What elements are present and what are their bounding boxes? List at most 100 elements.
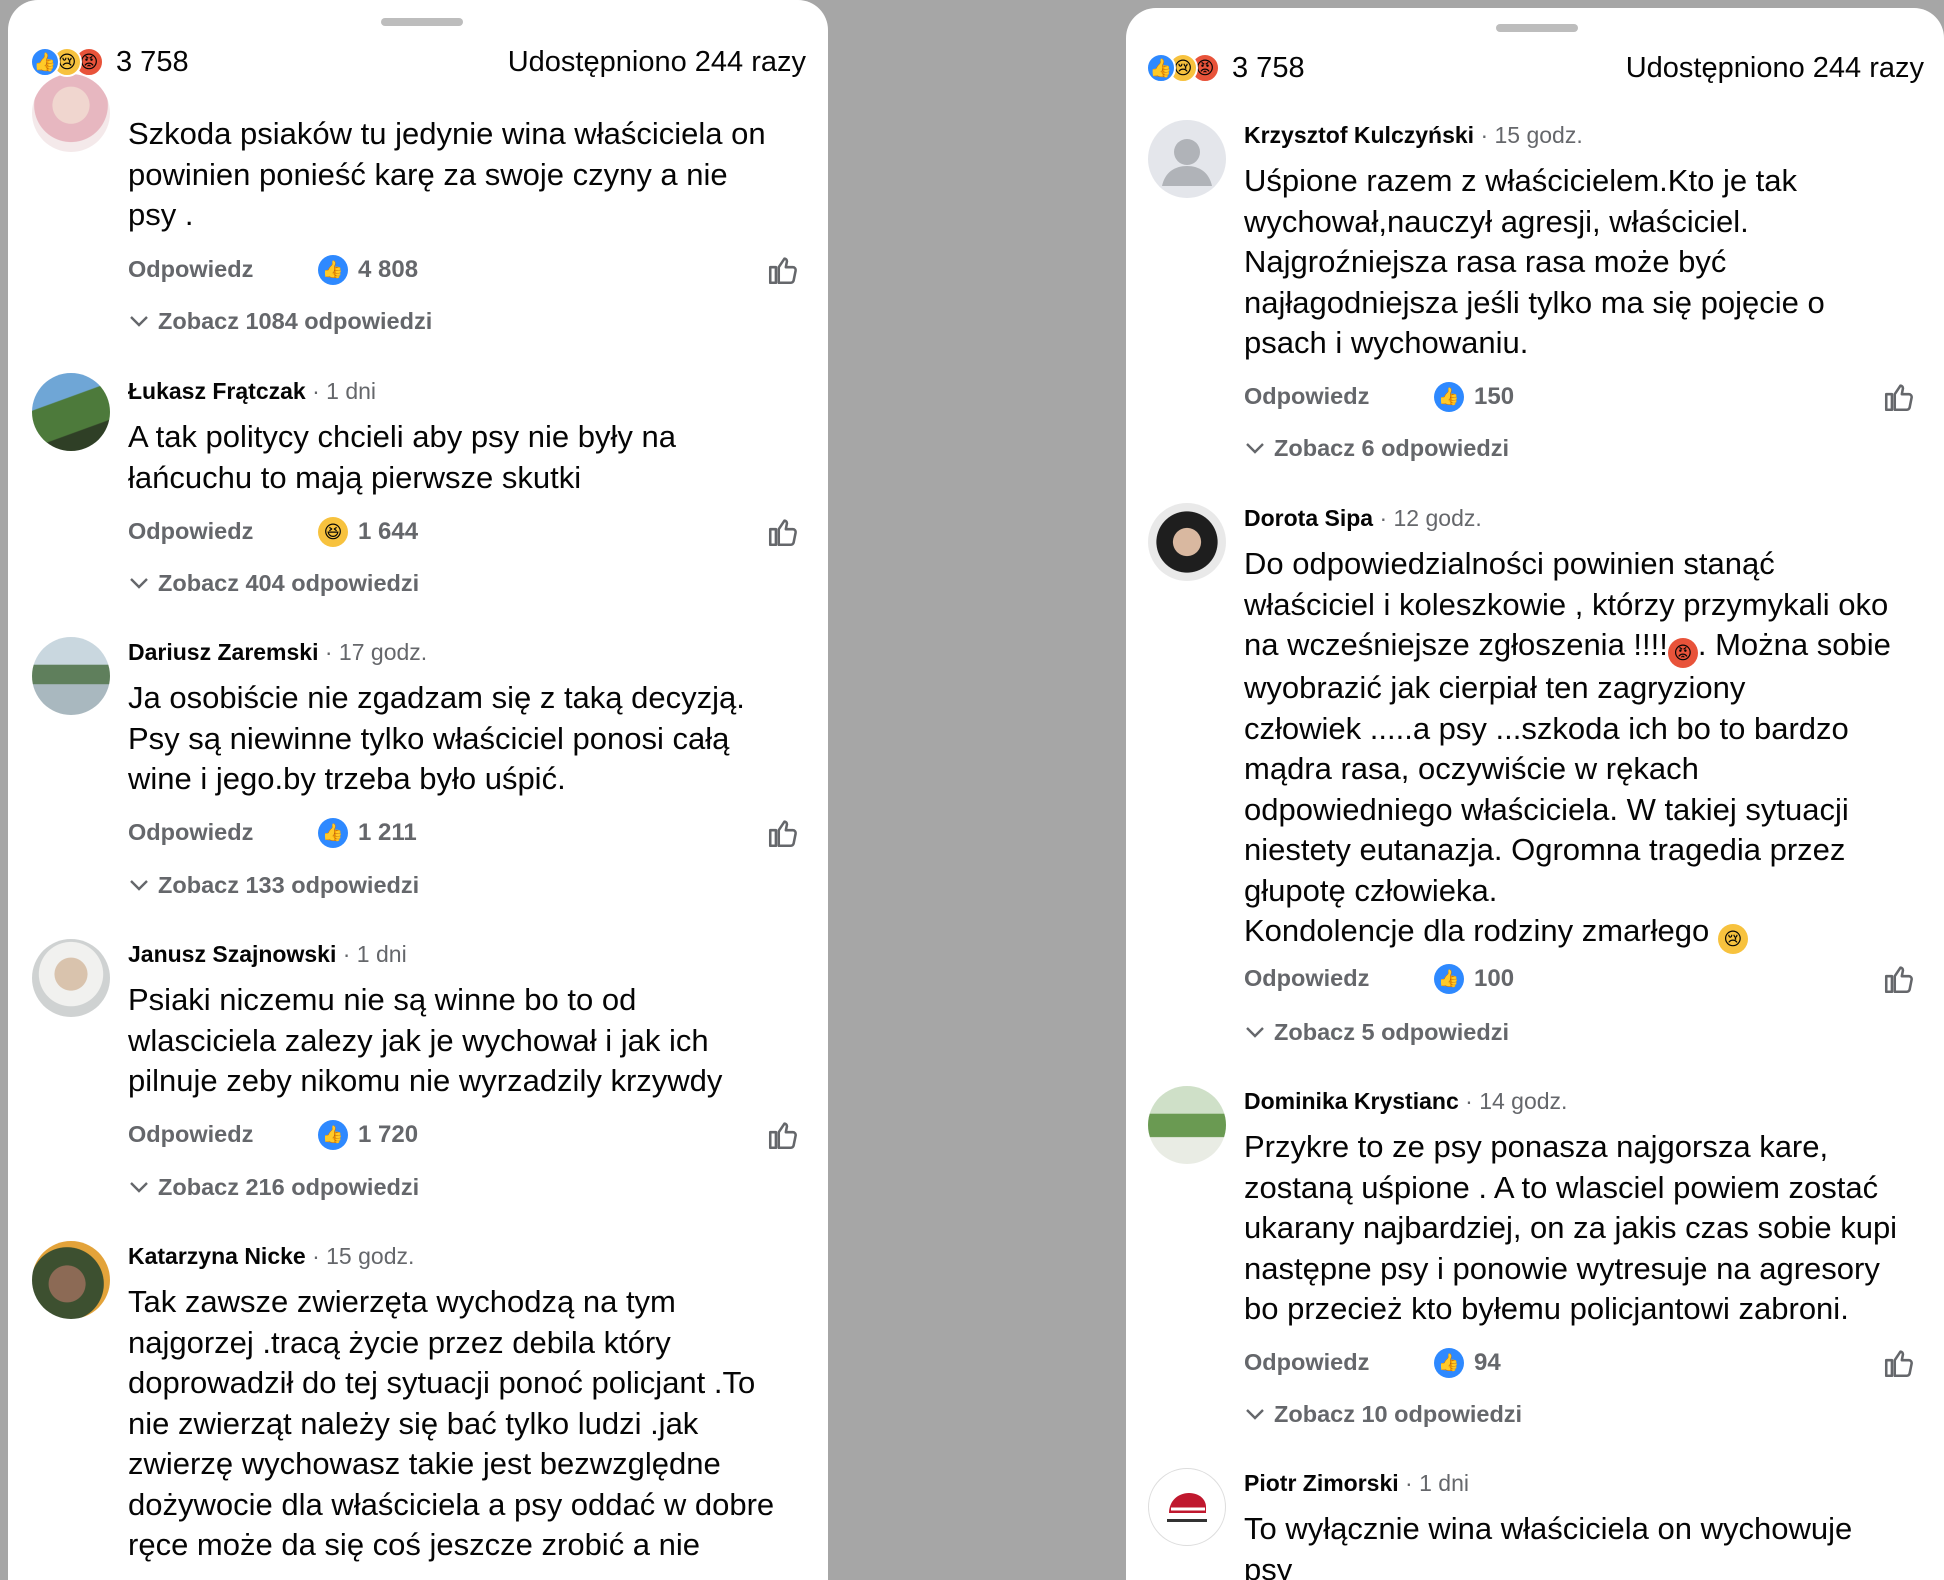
reply-button[interactable]: Odpowiedz xyxy=(128,254,253,284)
reply-button[interactable]: Odpowiedz xyxy=(1244,381,1369,411)
drag-handle[interactable] xyxy=(381,18,463,26)
comment-reactions[interactable]: 👍 150 xyxy=(1434,381,1514,413)
like-button-icon[interactable] xyxy=(766,816,800,850)
comment-text: Do odpowiedzialności powinien stanąć wła… xyxy=(1244,544,1934,954)
like-icon: 👍 xyxy=(1434,964,1464,994)
view-replies-button[interactable]: Zobacz 6 odpowiedzi xyxy=(1244,433,1509,463)
avatar[interactable] xyxy=(1148,1468,1226,1546)
comment-reactions[interactable]: 😆 1 644 xyxy=(318,516,418,548)
author-name[interactable]: Dorota Sipa xyxy=(1244,505,1373,531)
avatar[interactable] xyxy=(32,637,110,715)
comment-time: · 17 godz. xyxy=(324,639,428,665)
reaction-summary-bar: 👍 😢 😡 3 758 Udostępniono 244 razy xyxy=(1126,43,1944,93)
chevron-down-icon xyxy=(1246,1027,1264,1038)
view-replies-button[interactable]: Zobacz 404 odpowiedzi xyxy=(128,568,419,598)
comment-meta: Katarzyna Nicke · 15 godz. xyxy=(128,1241,414,1271)
share-count[interactable]: Udostępniono 244 razy xyxy=(1626,43,1924,93)
comment-reactions[interactable]: 👍 1 211 xyxy=(318,817,417,849)
comment-text: Psiaki niczemu nie są winne bo to od wla… xyxy=(128,982,723,1098)
view-replies-label: Zobacz 6 odpowiedzi xyxy=(1274,435,1510,461)
chevron-down-icon xyxy=(1246,443,1264,454)
view-replies-button[interactable]: Zobacz 133 odpowiedzi xyxy=(128,870,419,900)
reaction-count: 3 758 xyxy=(1232,51,1305,84)
like-count: 1 211 xyxy=(358,819,417,846)
comment-text: Przykre to ze psy ponasza najgorsza kare… xyxy=(1244,1129,1898,1326)
author-name[interactable]: Krzysztof Kulczyński xyxy=(1244,122,1474,148)
author-name[interactable]: Łukasz Frątczak xyxy=(128,378,306,404)
reply-button[interactable]: Odpowiedz xyxy=(1244,963,1369,993)
avatar[interactable] xyxy=(1148,1086,1226,1164)
reply-button[interactable]: Odpowiedz xyxy=(128,817,253,847)
comment-meta: Krzysztof Kulczyński · 15 godz. xyxy=(1244,120,1583,150)
comment-time: · 1 dni xyxy=(342,941,407,967)
reply-button[interactable]: Odpowiedz xyxy=(1244,1347,1369,1377)
share-count[interactable]: Udostępniono 244 razy xyxy=(508,37,806,87)
view-replies-label: Zobacz 404 odpowiedzi xyxy=(158,570,420,596)
chevron-down-icon xyxy=(1246,1409,1264,1420)
like-icon: 👍 xyxy=(30,47,60,77)
comment-text: Tak zawsze zwierzęta wychodzą na tym naj… xyxy=(128,1284,775,1562)
reply-button[interactable]: Odpowiedz xyxy=(128,516,253,546)
comment-text: A tak politycy chcieli aby psy nie były … xyxy=(128,419,676,495)
like-button-icon[interactable] xyxy=(1882,380,1916,414)
like-button-icon[interactable] xyxy=(766,515,800,549)
comment-meta: Łukasz Frątczak · 1 dni xyxy=(128,376,376,406)
chevron-down-icon xyxy=(130,880,148,891)
avatar[interactable] xyxy=(32,1241,110,1319)
comment-time: · 15 godz. xyxy=(312,1243,415,1269)
comment-text-part: . Można sobie wyobrazić jak cierpiał ten… xyxy=(1244,627,1891,948)
like-button-icon[interactable] xyxy=(1882,962,1916,996)
comment-time: · 12 godz. xyxy=(1379,505,1482,531)
angry-face-emoji-icon: 😡 xyxy=(1667,638,1698,668)
comment-text: To wyłącznie wina właściciela on wychowu… xyxy=(1244,1511,1853,1580)
comments-panel-left: 👍 😢 😡 3 758 Udostępniono 244 razy Szkoda… xyxy=(8,0,828,1580)
comment-time: · 1 dni xyxy=(1405,1470,1469,1496)
comment-meta: Dorota Sipa · 12 godz. xyxy=(1244,503,1482,533)
author-name[interactable]: Piotr Zimorski xyxy=(1244,1470,1399,1496)
view-replies-button[interactable]: Zobacz 216 odpowiedzi xyxy=(128,1172,419,1202)
default-avatar-icon xyxy=(1162,139,1212,186)
view-replies-label: Zobacz 1084 odpowiedzi xyxy=(158,308,433,334)
like-button-icon[interactable] xyxy=(766,1118,800,1152)
like-button-icon[interactable] xyxy=(766,253,800,287)
view-replies-label: Zobacz 216 odpowiedzi xyxy=(158,1174,420,1200)
avatar[interactable] xyxy=(32,939,110,1017)
avatar[interactable] xyxy=(1148,503,1226,581)
like-count: 100 xyxy=(1474,965,1515,992)
author-name[interactable]: Dominika Krystianc xyxy=(1244,1088,1459,1114)
like-button-icon[interactable] xyxy=(1882,1346,1916,1380)
view-replies-button[interactable]: Zobacz 10 odpowiedzi xyxy=(1244,1399,1522,1429)
comment-reactions[interactable]: 👍 94 xyxy=(1434,1347,1501,1379)
like-icon: 👍 xyxy=(1146,53,1176,83)
reply-button[interactable]: Odpowiedz xyxy=(128,1119,253,1149)
author-name[interactable]: Janusz Szajnowski xyxy=(128,941,336,967)
comment-reactions[interactable]: 👍 1 720 xyxy=(318,1119,418,1151)
comments-panel-right: 👍 😢 😡 3 758 Udostępniono 244 razy Krzysz… xyxy=(1126,8,1944,1580)
drag-handle[interactable] xyxy=(1496,24,1578,32)
chevron-down-icon xyxy=(130,316,148,327)
like-count: 1 720 xyxy=(358,1121,419,1148)
helmet-logo-icon xyxy=(1167,1493,1207,1522)
chevron-down-icon xyxy=(130,1182,148,1193)
view-replies-button[interactable]: Zobacz 1084 odpowiedzi xyxy=(128,306,432,336)
comment-reactions[interactable]: 👍 4 808 xyxy=(318,254,418,286)
reaction-count: 3 758 xyxy=(116,45,189,78)
comment-meta: Janusz Szajnowski · 1 dni xyxy=(128,939,407,969)
comment-meta: Dominika Krystianc · 14 godz. xyxy=(1244,1086,1567,1116)
comment-text: Uśpione razem z właścicielem.Kto je tak … xyxy=(1244,163,1825,360)
like-icon: 👍 xyxy=(318,1120,348,1150)
author-name[interactable]: Dariusz Zaremski xyxy=(128,639,318,665)
avatar[interactable] xyxy=(32,373,110,451)
comment-text: Szkoda psiaków tu jedynie wina właścicie… xyxy=(128,116,766,232)
avatar[interactable] xyxy=(32,74,110,152)
comment-reactions[interactable]: 👍 100 xyxy=(1434,963,1514,995)
author-name[interactable]: Katarzyna Nicke xyxy=(128,1243,306,1269)
reaction-summary[interactable]: 👍 😢 😡 3 758 xyxy=(1146,43,1305,93)
like-count: 150 xyxy=(1474,383,1515,410)
avatar[interactable] xyxy=(1148,120,1226,198)
like-count: 94 xyxy=(1474,1349,1501,1376)
comment-meta: Dariusz Zaremski · 17 godz. xyxy=(128,637,427,667)
like-count: 1 644 xyxy=(358,518,419,545)
view-replies-button[interactable]: Zobacz 5 odpowiedzi xyxy=(1244,1017,1509,1047)
crying-face-emoji-icon: 😢 xyxy=(1717,924,1748,954)
